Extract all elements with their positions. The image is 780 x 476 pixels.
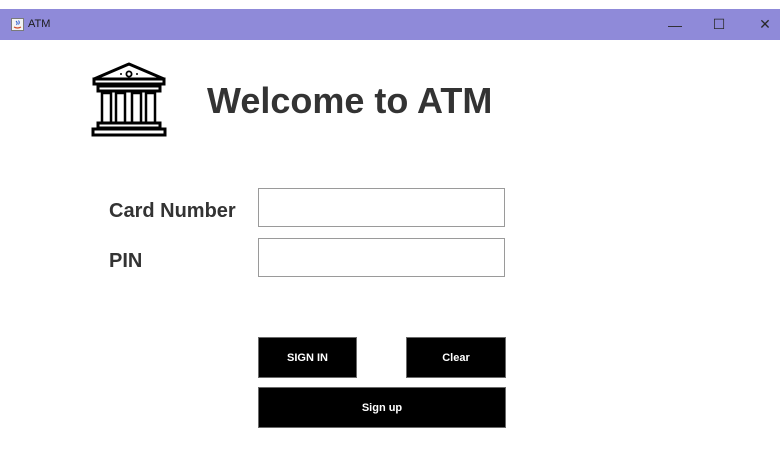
title-bar[interactable]: ATM — ☐ ✕ <box>0 9 780 40</box>
maximize-button[interactable]: ☐ <box>696 9 742 40</box>
bank-building-icon <box>91 62 167 137</box>
card-number-field[interactable] <box>258 188 505 227</box>
minimize-icon: — <box>668 16 682 33</box>
page-title: Welcome to ATM <box>207 80 493 121</box>
java-app-icon <box>11 18 24 31</box>
atm-window: ATM — ☐ ✕ Welcome to ATM Card Number PIN… <box>0 0 780 476</box>
clear-button[interactable]: Clear <box>406 337 506 378</box>
sign-up-button[interactable]: Sign up <box>258 387 506 428</box>
pin-field[interactable] <box>258 238 505 277</box>
window-title: ATM <box>28 18 51 30</box>
card-number-label: Card Number <box>109 200 236 222</box>
maximize-icon: ☐ <box>712 16 726 32</box>
close-button[interactable]: ✕ <box>742 9 780 40</box>
pin-label: PIN <box>109 250 143 272</box>
minimize-button[interactable]: — <box>652 9 698 40</box>
close-icon: ✕ <box>759 16 771 32</box>
sign-in-button[interactable]: SIGN IN <box>258 337 357 378</box>
